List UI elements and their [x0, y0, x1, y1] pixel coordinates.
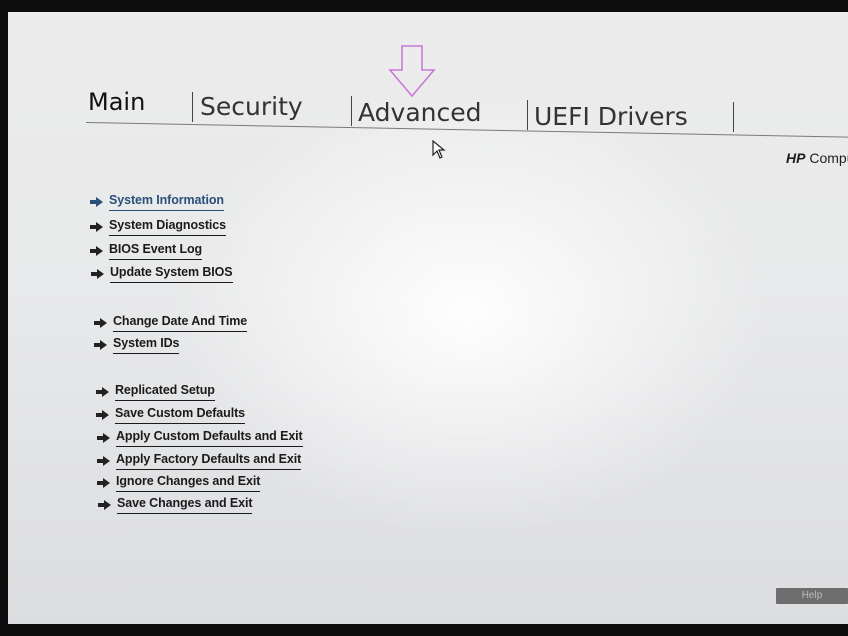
tab-advanced[interactable]: Advanced	[358, 98, 482, 127]
menu-item-label: Update System BIOS	[110, 265, 233, 283]
right-arrow-icon	[96, 410, 109, 420]
menu-item-label: Apply Custom Defaults and Exit	[116, 429, 303, 447]
brand-bold: HP	[786, 150, 806, 166]
help-button[interactable]: Help	[776, 588, 848, 604]
menu-item-change-date-and-time[interactable]: Change Date And Time	[94, 314, 247, 332]
tab-main[interactable]: Main	[88, 88, 145, 116]
menu-item-label: Change Date And Time	[113, 314, 247, 332]
menu-item-label: System Diagnostics	[109, 218, 226, 236]
menu-item-save-custom-defaults[interactable]: Save Custom Defaults	[96, 406, 245, 424]
menu-item-label: BIOS Event Log	[109, 242, 202, 260]
right-arrow-icon	[94, 340, 107, 350]
monitor-bezel-left	[0, 0, 8, 636]
right-arrow-icon	[98, 500, 111, 510]
right-arrow-icon	[94, 318, 107, 328]
right-arrow-icon	[97, 433, 110, 443]
menu-item-label: System IDs	[113, 336, 180, 354]
menu-item-label: Ignore Changes and Exit	[116, 474, 260, 492]
right-arrow-icon	[90, 222, 103, 232]
down-arrow-outline-icon	[388, 45, 436, 98]
bios-screen: Main Security Advanced UEFI Drivers HP C…	[8, 12, 848, 624]
menu-item-system-ids[interactable]: System IDs	[94, 336, 180, 354]
menu-item-label: System Information	[109, 193, 224, 211]
brand-label: HP Comput	[786, 150, 848, 166]
menu-item-apply-factory-defaults-and-exit[interactable]: Apply Factory Defaults and Exit	[97, 452, 301, 470]
right-arrow-icon	[96, 387, 109, 397]
monitor-bezel-bottom	[0, 624, 848, 636]
menu-item-label: Replicated Setup	[115, 383, 215, 401]
menu-item-label: Save Custom Defaults	[115, 406, 245, 424]
tab-separator	[527, 100, 528, 130]
menu-item-system-information[interactable]: System Information	[90, 193, 224, 211]
menu-item-ignore-changes-and-exit[interactable]: Ignore Changes and Exit	[97, 474, 260, 492]
right-arrow-icon	[90, 246, 103, 256]
menu-item-system-diagnostics[interactable]: System Diagnostics	[90, 218, 226, 236]
tab-uefi-drivers[interactable]: UEFI Drivers	[534, 102, 688, 131]
tab-separator	[733, 102, 734, 132]
menu-item-replicated-setup[interactable]: Replicated Setup	[96, 383, 215, 401]
tab-separator	[192, 92, 193, 122]
menu-item-label: Apply Factory Defaults and Exit	[116, 452, 301, 470]
tab-separator	[351, 96, 352, 126]
right-arrow-icon	[91, 269, 104, 279]
menu-item-update-system-bios[interactable]: Update System BIOS	[91, 265, 233, 283]
tab-security[interactable]: Security	[200, 92, 303, 121]
mouse-cursor-icon	[432, 140, 446, 159]
right-arrow-icon	[90, 197, 103, 207]
menu-item-save-changes-and-exit[interactable]: Save Changes and Exit	[98, 496, 253, 514]
menu-item-label: Save Changes and Exit	[117, 496, 253, 514]
menu-item-apply-custom-defaults-and-exit[interactable]: Apply Custom Defaults and Exit	[97, 429, 303, 447]
menu-item-bios-event-log[interactable]: BIOS Event Log	[90, 242, 202, 260]
right-arrow-icon	[97, 456, 110, 466]
brand-rest: Comput	[809, 150, 848, 166]
right-arrow-icon	[97, 478, 110, 488]
